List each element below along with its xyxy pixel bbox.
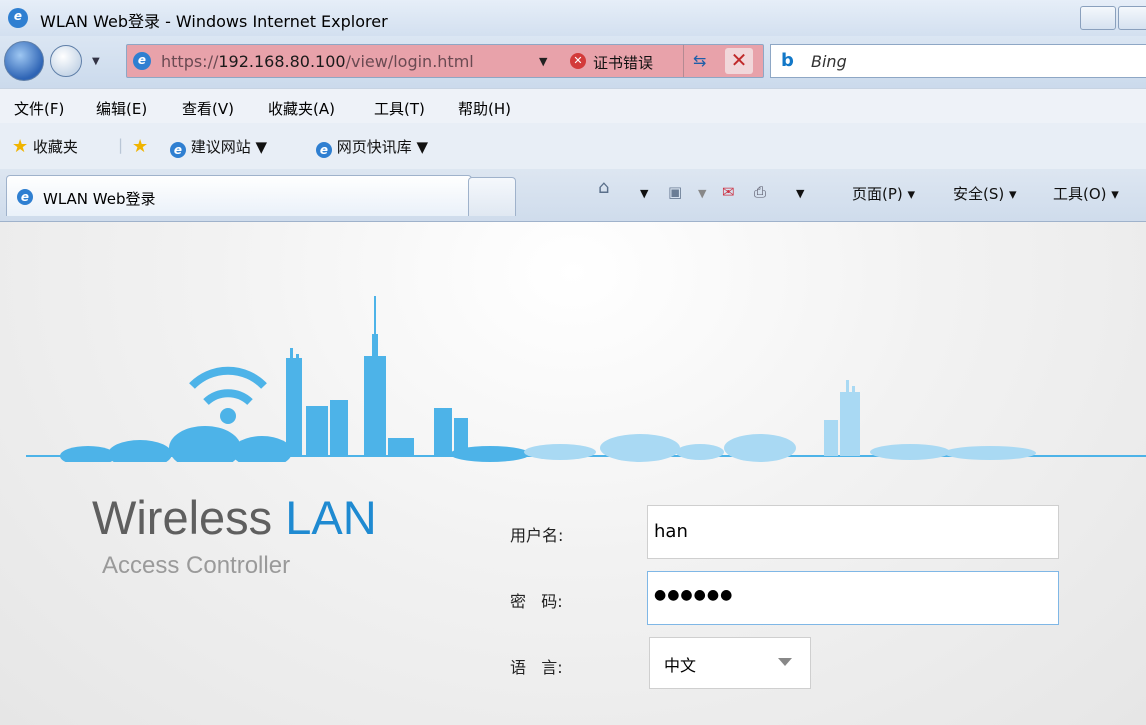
maximize-button[interactable]: [1118, 6, 1146, 30]
username-label: 用户名:: [510, 526, 564, 545]
print-dropdown-icon[interactable]: ▼: [796, 187, 804, 200]
separator: [683, 45, 684, 77]
web-slice-gallery-link[interactable]: e 网页快讯库 ▼: [316, 136, 428, 158]
url-host: 192.168.80.100: [218, 52, 346, 71]
home-icon[interactable]: ⌂: [598, 177, 609, 198]
language-value: 中文: [664, 656, 697, 675]
divider: |: [118, 136, 124, 154]
window-title: WLAN Web登录 - Windows Internet Explorer: [40, 12, 388, 31]
search-box[interactable]: b Bing: [770, 44, 1146, 78]
safety-menu[interactable]: 安全(S) ▾: [953, 183, 1017, 204]
feeds-icon[interactable]: ▣: [668, 183, 682, 201]
minimize-button[interactable]: [1080, 6, 1116, 30]
recent-pages-dropdown-icon[interactable]: ▼: [92, 56, 100, 67]
tools-menu[interactable]: 工具(O) ▾: [1053, 183, 1119, 204]
title-bar: e WLAN Web登录 - Windows Internet Explorer: [0, 0, 1146, 37]
password-value: ●●●●●●: [654, 587, 734, 603]
star-icon: ★: [12, 136, 29, 157]
username-value: han: [654, 521, 688, 542]
favorites-button[interactable]: ★ 收藏夹: [12, 136, 78, 157]
tab-bar: e WLAN Web登录 ⌂ ▼ ▣ ▼ ✉ ⎙ ▼ 页面(P) ▾ 安全(S)…: [0, 169, 1146, 222]
menu-favorites[interactable]: 收藏夹(A): [268, 98, 335, 119]
suggested-sites-link[interactable]: e 建议网站 ▼: [170, 136, 267, 158]
product-subtitle: Access Controller: [102, 552, 291, 579]
product-title-lan: LAN: [285, 491, 377, 544]
navigation-bar: ▼ e https://192.168.80.100/view/login.ht…: [0, 36, 1146, 88]
mail-icon[interactable]: ✉: [722, 183, 735, 201]
stop-icon[interactable]: ✕: [725, 48, 753, 74]
product-title-wireless: Wireless: [92, 491, 286, 544]
password-input[interactable]: ●●●●●●: [647, 571, 1059, 625]
refresh-icon[interactable]: ⇆: [693, 51, 706, 70]
page-icon: e: [133, 52, 151, 70]
password-label: 密 码:: [510, 592, 563, 611]
ie-page-icon: e: [170, 142, 186, 158]
ie-page-icon: e: [316, 142, 332, 158]
menu-file[interactable]: 文件(F): [14, 98, 64, 119]
chevron-down-icon: [778, 658, 792, 666]
favorites-bar: ★ 收藏夹 | ★ e 建议网站 ▼ e 网页快讯库 ▼: [0, 123, 1146, 169]
city-skyline-banner: [26, 296, 1146, 462]
favorites-label: 收藏夹: [32, 138, 78, 156]
print-icon[interactable]: ⎙: [754, 183, 766, 201]
tab-label: WLAN Web登录: [43, 190, 156, 208]
language-select[interactable]: 中文: [649, 637, 811, 689]
menu-tools[interactable]: 工具(T): [374, 98, 425, 119]
home-dropdown-icon[interactable]: ▼: [640, 187, 648, 200]
url-text[interactable]: https://192.168.80.100/view/login.html: [161, 52, 474, 71]
username-input[interactable]: han: [647, 505, 1059, 559]
certificate-error-icon[interactable]: ✕: [570, 53, 586, 69]
certificate-error-label[interactable]: 证书错误: [593, 52, 653, 73]
menu-edit[interactable]: 编辑(E): [96, 98, 147, 119]
tab-wlan-login[interactable]: e WLAN Web登录: [6, 175, 472, 216]
ie-logo-icon: e: [8, 8, 28, 28]
suggested-sites-label: 建议网站 ▼: [190, 138, 268, 156]
address-dropdown-icon[interactable]: ▼: [539, 55, 547, 68]
forward-button[interactable]: [50, 45, 82, 77]
ie-page-icon: e: [17, 189, 33, 205]
new-tab-button[interactable]: [468, 177, 516, 216]
menu-view[interactable]: 查看(V): [182, 98, 234, 119]
back-button[interactable]: [4, 41, 44, 81]
url-prefix: https://: [161, 52, 219, 71]
add-to-favorites-icon[interactable]: ★: [132, 136, 148, 157]
menu-help[interactable]: 帮助(H): [458, 98, 511, 119]
page-content: Wireless LAN Access Controller 用户名: han …: [0, 222, 1146, 725]
language-label: 语 言:: [510, 658, 563, 677]
search-placeholder[interactable]: Bing: [811, 52, 847, 71]
page-menu[interactable]: 页面(P) ▾: [852, 183, 915, 204]
bing-icon: b: [781, 50, 794, 71]
product-title: Wireless LAN: [92, 490, 377, 545]
feeds-dropdown-icon[interactable]: ▼: [698, 187, 706, 200]
menu-bar: 文件(F) 编辑(E) 查看(V) 收藏夹(A) 工具(T) 帮助(H): [0, 88, 1146, 124]
address-bar[interactable]: e https://192.168.80.100/view/login.html…: [126, 44, 764, 78]
url-path: /view/login.html: [345, 52, 474, 71]
web-slice-label: 网页快讯库 ▼: [336, 138, 429, 156]
